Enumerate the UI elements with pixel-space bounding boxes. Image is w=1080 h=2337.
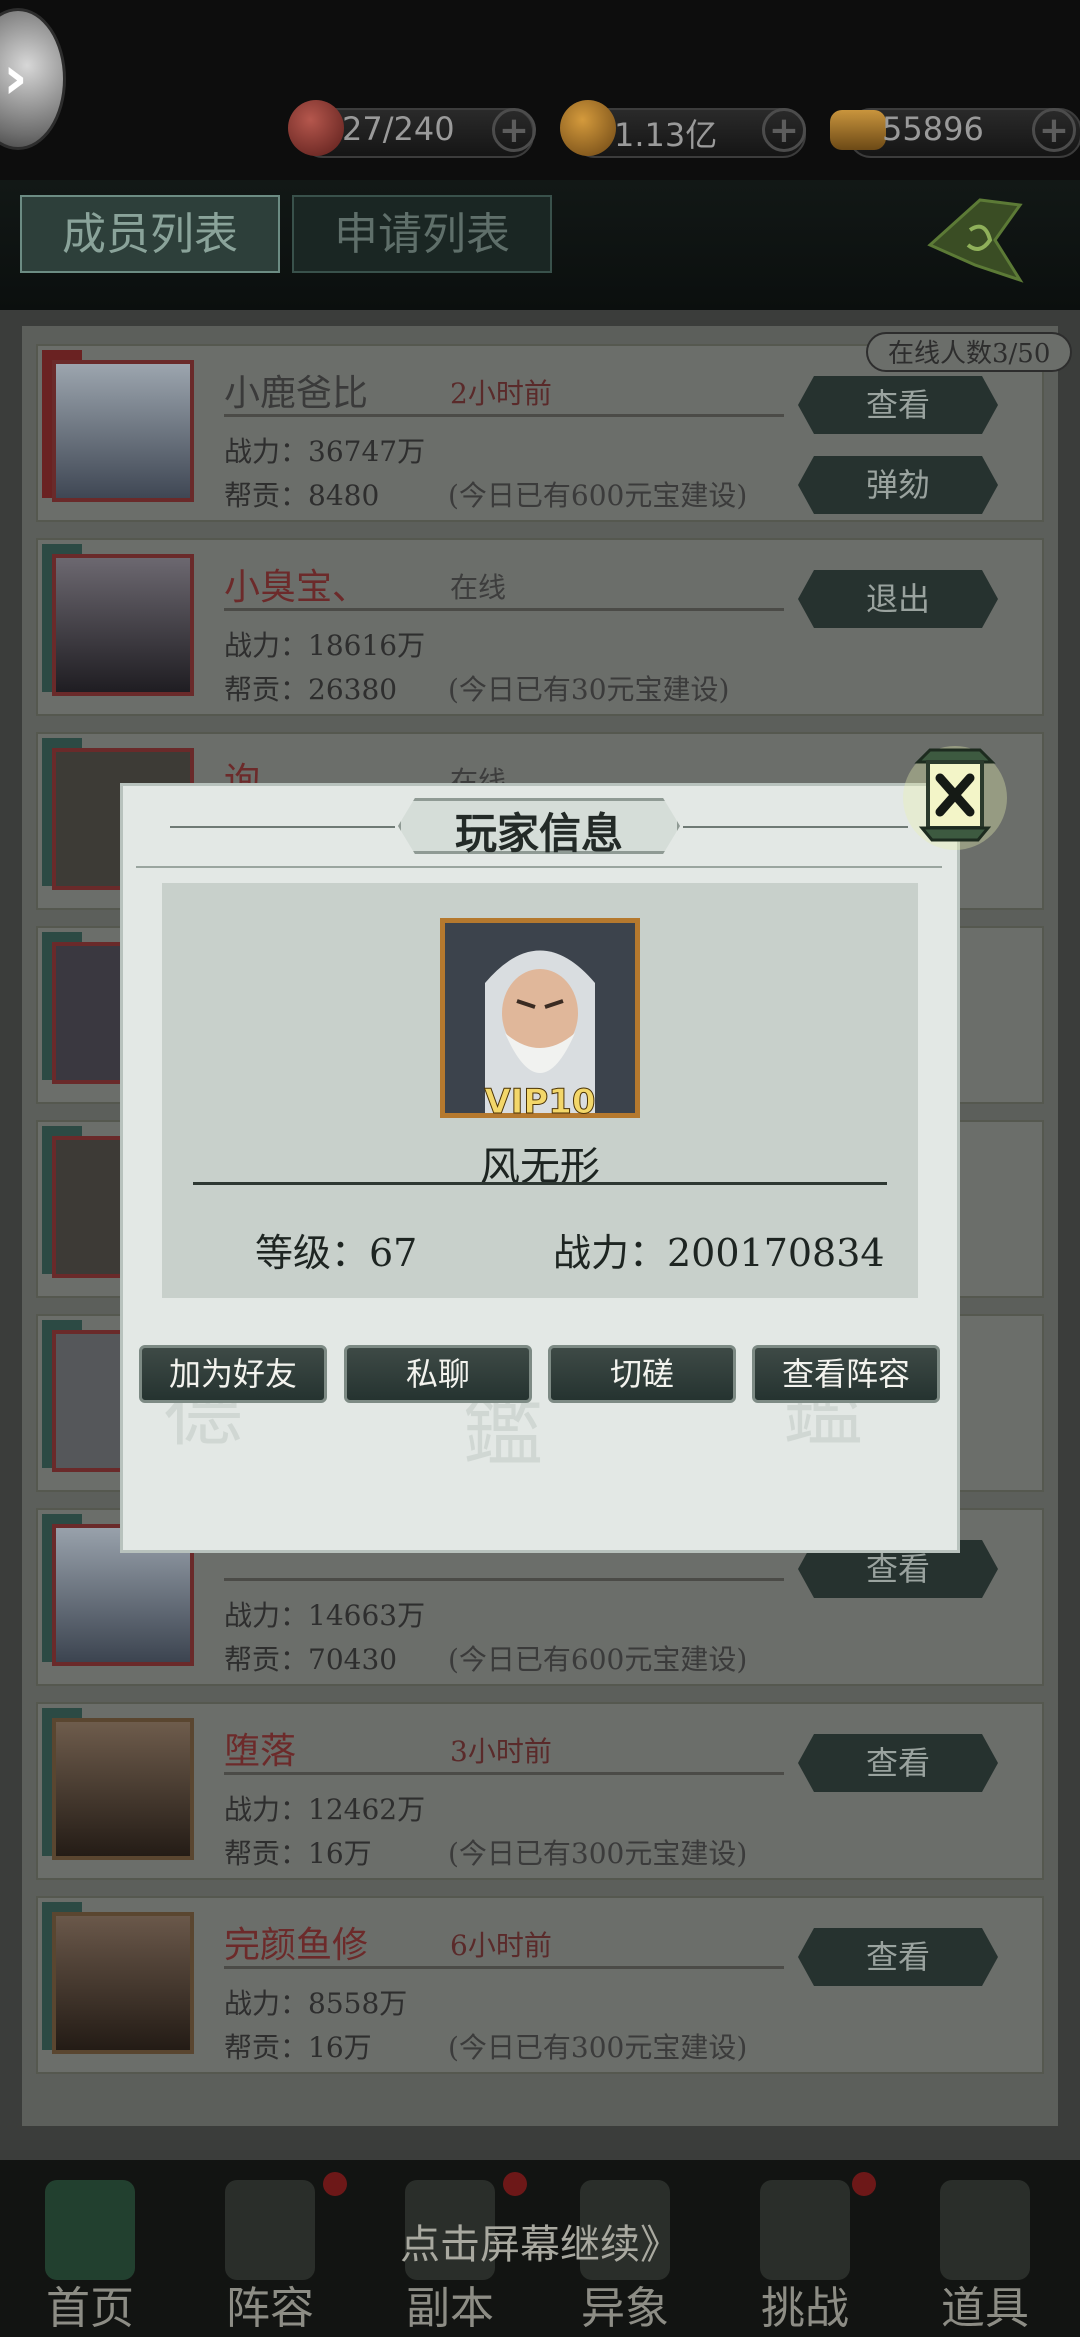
member-contribution: 帮贡：16万 bbox=[224, 2031, 372, 2064]
gold-value: 1.13亿 bbox=[614, 116, 718, 154]
nav-label: 挑战 bbox=[761, 2283, 849, 2334]
name-divider bbox=[224, 1772, 784, 1775]
member-status: 2小时前 bbox=[450, 377, 552, 410]
add-friend-button[interactable]: 加为好友 bbox=[139, 1345, 327, 1403]
member-build-note: (今日已有600元宝建设) bbox=[448, 479, 748, 512]
private-chat-button[interactable]: 私聊 bbox=[344, 1345, 532, 1403]
view-button[interactable]: 查看 bbox=[798, 1734, 998, 1792]
member-status: 在线 bbox=[450, 571, 507, 604]
ingot-value: 55896 bbox=[882, 110, 984, 148]
vip-badge: VIP10 bbox=[484, 1082, 596, 1123]
member-build-note: (今日已有300元宝建设) bbox=[448, 2031, 748, 2064]
member-power: 战力：18616万 bbox=[224, 629, 426, 662]
view-button[interactable]: 查看 bbox=[798, 1928, 998, 1986]
duel-button[interactable]: 切磋 bbox=[548, 1345, 736, 1403]
name-divider bbox=[224, 608, 784, 611]
member-power: 战力：36747万 bbox=[224, 435, 426, 468]
member-card: 成员 完颜鱼修 6小时前 战力：8558万 帮贡：16万 (今日已有300元宝建… bbox=[36, 1896, 1044, 2074]
tab-member-list[interactable]: 成员列表 bbox=[20, 195, 280, 273]
dialog-title: 玩家信息 bbox=[454, 809, 623, 858]
member-contribution: 帮贡：8480 bbox=[224, 479, 380, 512]
add-stamina-button[interactable]: + bbox=[492, 108, 536, 152]
member-power: 战力：14663万 bbox=[224, 1599, 426, 1632]
member-card: 成员 小臭宝、 在线 战力：18616万 帮贡：26380 (今日已有30元宝建… bbox=[36, 538, 1044, 716]
avatar[interactable] bbox=[52, 360, 194, 502]
close-lantern-button[interactable] bbox=[900, 730, 1010, 855]
view-lineup-button[interactable]: 查看阵容 bbox=[752, 1345, 940, 1403]
avatar[interactable] bbox=[52, 554, 194, 696]
name-divider bbox=[224, 1578, 784, 1581]
view-button[interactable]: 查看 bbox=[798, 376, 998, 434]
notification-dot bbox=[503, 2172, 527, 2196]
player-level: 等级：67 bbox=[255, 1231, 418, 1275]
add-gold-button[interactable]: + bbox=[762, 108, 806, 152]
member-name: 完颜鱼修 bbox=[224, 1925, 369, 1966]
name-divider bbox=[224, 414, 784, 417]
legion-emblem-icon bbox=[927, 198, 1024, 283]
impeach-button[interactable]: 弹劾 bbox=[798, 456, 998, 514]
member-build-note: (今日已有300元宝建设) bbox=[448, 1837, 748, 1870]
nav-label: 阵容 bbox=[226, 2283, 314, 2334]
gold-coin-icon bbox=[560, 100, 616, 156]
tap-to-continue-hint[interactable]: 点击屏幕继续》 bbox=[0, 2212, 1080, 2270]
notification-dot bbox=[323, 2172, 347, 2196]
member-contribution: 帮贡：26380 bbox=[224, 673, 398, 706]
member-status: 6小时前 bbox=[450, 1929, 552, 1962]
dialog-header-rule bbox=[136, 866, 942, 868]
ingot-icon bbox=[830, 110, 886, 150]
add-ingot-button[interactable]: + bbox=[1032, 108, 1076, 152]
member-status: 3小时前 bbox=[450, 1735, 552, 1768]
avatar[interactable] bbox=[52, 1912, 194, 2054]
nav-label: 道具 bbox=[941, 2283, 1029, 2334]
member-build-note: (今日已有30元宝建设) bbox=[448, 673, 730, 706]
member-power: 战力：8558万 bbox=[224, 1987, 408, 2020]
quit-button[interactable]: 退出 bbox=[798, 570, 998, 628]
name-divider bbox=[224, 1966, 784, 1969]
player-power: 战力：200170834 bbox=[553, 1231, 885, 1275]
member-name: 堕落 bbox=[224, 1731, 297, 1772]
member-name: 小鹿爸比 bbox=[224, 373, 369, 414]
member-contribution: 帮贡：16万 bbox=[224, 1837, 372, 1870]
chevron-right-icon: › bbox=[3, 43, 28, 113]
title-divider-left bbox=[170, 826, 395, 828]
member-build-note: (今日已有600元宝建设) bbox=[448, 1643, 748, 1676]
tab-application-list[interactable]: 申请列表 bbox=[292, 195, 552, 273]
stamina-value: 27/240 bbox=[342, 110, 455, 148]
name-divider bbox=[193, 1182, 887, 1185]
nav-label: 首页 bbox=[46, 2283, 134, 2334]
online-count-badge: 在线人数3/50 bbox=[866, 332, 1073, 372]
nav-label: 异象 bbox=[581, 2283, 669, 2334]
notification-dot bbox=[852, 2172, 876, 2196]
avatar[interactable] bbox=[52, 1718, 194, 1860]
member-card: 成员 堕落 3小时前 战力：12462万 帮贡：16万 (今日已有300元宝建设… bbox=[36, 1702, 1044, 1880]
nav-label: 副本 bbox=[406, 2283, 494, 2334]
stamina-gourd-icon bbox=[288, 100, 344, 156]
title-divider-right bbox=[683, 826, 908, 828]
member-name: 小臭宝、 bbox=[224, 567, 369, 608]
member-power: 战力：12462万 bbox=[224, 1793, 426, 1826]
member-contribution: 帮贡：70430 bbox=[224, 1643, 398, 1676]
